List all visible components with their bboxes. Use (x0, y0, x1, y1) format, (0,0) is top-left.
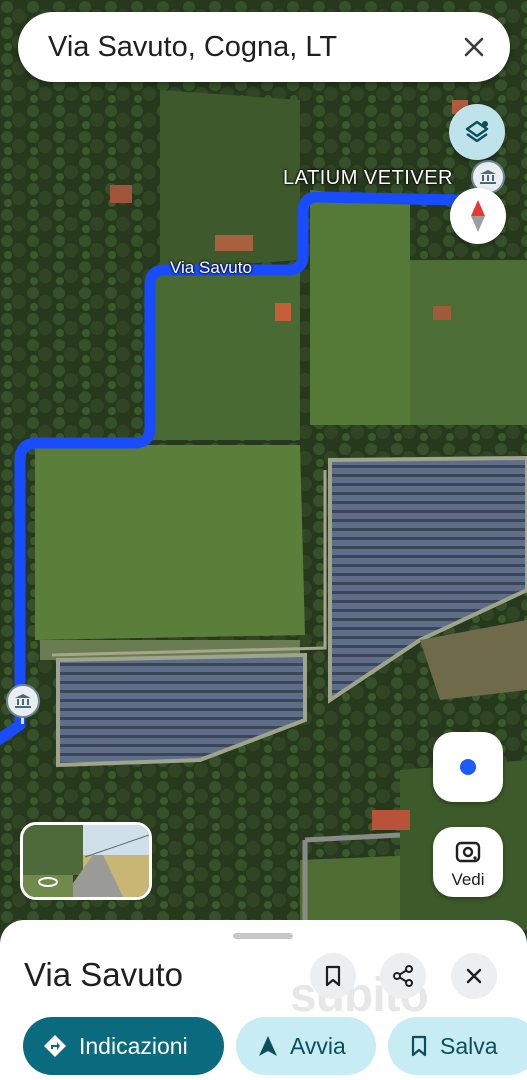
layers-button[interactable] (449, 104, 505, 160)
museum-icon (480, 170, 496, 184)
bookmark-icon (325, 965, 341, 987)
close-icon (466, 968, 482, 984)
share-button[interactable] (380, 953, 426, 999)
lens-label: Vedi (451, 870, 485, 889)
navigation-icon (259, 1036, 277, 1056)
search-input[interactable]: Via Savuto, Cogna, LT (48, 12, 337, 82)
save-button[interactable]: Salva (388, 1017, 527, 1075)
street-view-thumbnail[interactable] (20, 822, 152, 900)
sheet-drag-handle[interactable] (233, 933, 293, 939)
compass-button[interactable] (450, 188, 506, 244)
layers-icon (465, 120, 489, 143)
clear-search-button[interactable] (452, 25, 496, 69)
start-label: Avvia (290, 1032, 346, 1059)
museum-icon (15, 694, 31, 708)
close-icon (464, 37, 484, 57)
start-button[interactable]: Avvia (236, 1017, 376, 1075)
bookmark-icon (411, 1035, 427, 1057)
rotate-360-icon (38, 877, 58, 887)
close-sheet-button[interactable] (451, 953, 497, 999)
poi-label[interactable]: LATIUM VETIVER (283, 167, 453, 190)
share-icon (393, 965, 413, 987)
place-title: Via Savuto (24, 956, 184, 993)
compass-icon (471, 200, 485, 232)
lens-button[interactable]: Vedi (433, 827, 503, 897)
save-icon-button[interactable] (310, 953, 356, 999)
lens-icon (455, 841, 481, 863)
road-label: Via Savuto (170, 258, 252, 277)
directions-icon (44, 1035, 66, 1057)
my-location-button[interactable] (433, 732, 503, 802)
save-label: Salva (440, 1032, 498, 1059)
directions-label: Indicazioni (79, 1032, 188, 1059)
place-bottom-sheet[interactable]: subito Via Savuto Indicazioni Avvia Salv… (0, 920, 527, 1080)
directions-button[interactable]: Indicazioni (23, 1017, 224, 1075)
search-bar[interactable]: Via Savuto, Cogna, LT (18, 12, 510, 82)
my-location-icon (460, 759, 476, 775)
poi-museum-pin[interactable] (6, 684, 40, 718)
